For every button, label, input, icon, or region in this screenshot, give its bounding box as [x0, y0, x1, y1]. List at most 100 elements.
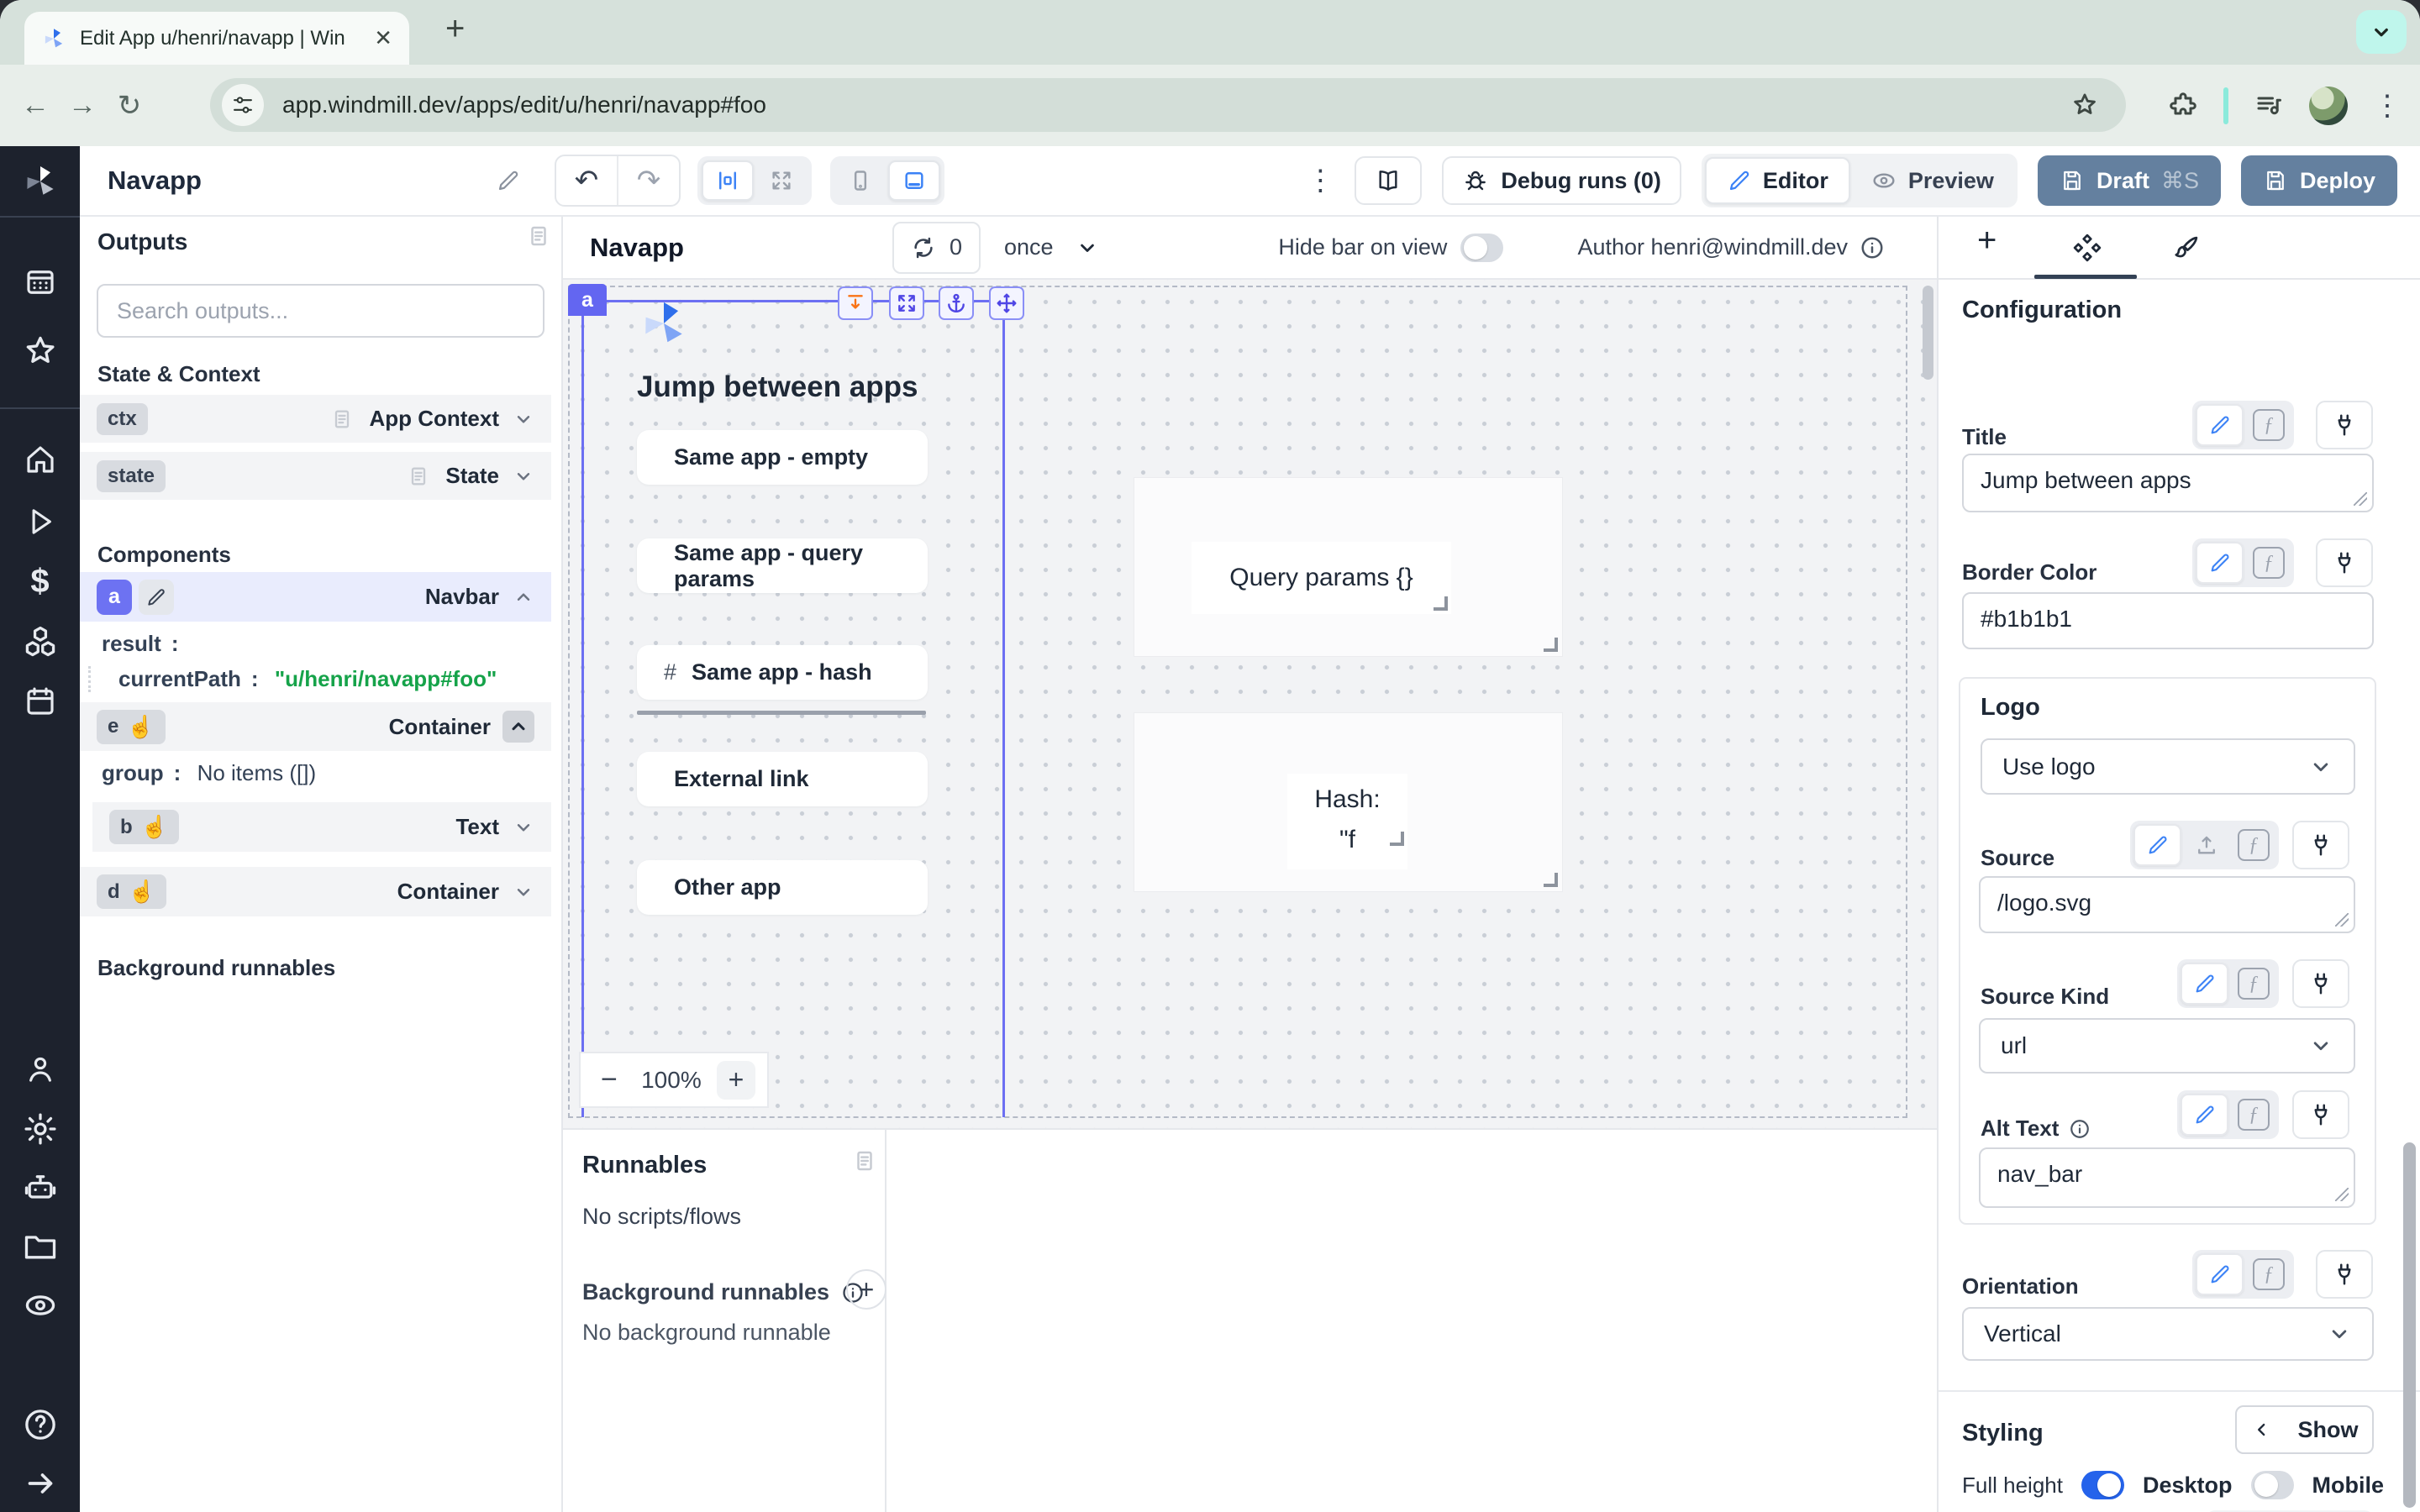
browser-tab[interactable]: Edit App u/henri/navapp | Win ✕	[24, 12, 409, 65]
chevron-down-icon[interactable]	[513, 881, 534, 903]
desktop-view-button[interactable]	[888, 160, 940, 201]
fx-input-button[interactable]: ƒ	[2232, 824, 2275, 866]
refresh-mode-select[interactable]: once	[1004, 234, 1099, 260]
expand-component-icon[interactable]	[889, 286, 924, 320]
windmill-logo[interactable]	[20, 161, 60, 202]
resize-handle[interactable]	[1544, 638, 1558, 652]
sidebar-item-help[interactable]	[22, 1406, 59, 1443]
sidebar-item-apps[interactable]	[23, 265, 58, 300]
reload-button[interactable]: ↻	[106, 89, 153, 123]
orientation-select[interactable]: Vertical	[1962, 1307, 2374, 1361]
centered-layout-button[interactable]	[702, 160, 754, 201]
static-input-pencil-button[interactable]	[2196, 404, 2244, 446]
connect-plug-button[interactable]	[2292, 1090, 2349, 1139]
selected-component-badge[interactable]: a	[568, 284, 607, 316]
currentpath-row[interactable]: currentPath: "u/henri/navapp#foo"	[88, 666, 590, 692]
deploy-button[interactable]: Deploy	[2241, 155, 2397, 206]
hash-container[interactable]: Hash: "f	[1134, 713, 1562, 891]
connect-plug-button[interactable]	[2316, 538, 2373, 587]
sidebar-item-audit-logs[interactable]	[22, 1287, 59, 1324]
search-outputs-input[interactable]	[97, 284, 544, 338]
hash-text[interactable]: Hash: "f	[1287, 774, 1407, 869]
docs-button[interactable]	[1355, 156, 1422, 205]
border-color-input[interactable]: #b1b1b1	[1962, 592, 2374, 649]
navbar-right-border[interactable]	[1002, 300, 1005, 1117]
app-menu-icon[interactable]: ⋮	[1306, 164, 1334, 197]
nav-item-hash[interactable]: # Same app - hash	[637, 645, 928, 700]
textarea-resize-icon[interactable]	[2354, 492, 2367, 506]
fx-input-button[interactable]: ƒ	[2232, 963, 2275, 1005]
fx-input-button[interactable]: ƒ	[2232, 1094, 2275, 1136]
undo-button[interactable]: ↶	[556, 156, 617, 205]
textarea-resize-icon[interactable]	[2335, 913, 2349, 927]
use-logo-select[interactable]: Use logo	[1981, 738, 2355, 795]
component-row-container-e[interactable]: e ☝ Container	[80, 702, 551, 751]
query-params-text[interactable]: Query params {}	[1192, 542, 1451, 614]
navbar-left-border[interactable]	[581, 300, 584, 1117]
hide-bar-toggle[interactable]	[1460, 234, 1503, 262]
draft-button[interactable]: Draft ⌘S	[2038, 155, 2221, 206]
static-input-pencil-button[interactable]	[2133, 824, 2181, 866]
nav-item-query-params[interactable]: Same app - query params	[637, 538, 928, 593]
tab-search-button[interactable]	[2356, 10, 2407, 54]
title-input[interactable]: Jump between apps	[1962, 454, 2374, 512]
add-background-runnable-button[interactable]: +	[846, 1269, 886, 1310]
resize-handle[interactable]	[1544, 873, 1558, 887]
address-bar[interactable]: app.windmill.dev/apps/edit/u/henri/navap…	[210, 78, 2126, 132]
component-row-navbar[interactable]: a Navbar	[80, 572, 551, 622]
desktop-mobile-toggle[interactable]	[2251, 1471, 2294, 1499]
sidebar-item-schedules[interactable]	[23, 684, 58, 719]
browser-menu-icon[interactable]: ⋮	[2373, 89, 2402, 123]
nav-item-external-link[interactable]: External link	[637, 752, 928, 806]
profile-avatar[interactable]	[2309, 87, 2348, 125]
app-canvas[interactable]: a Jump between apps Same app - empty Sam…	[563, 280, 1937, 1128]
nav-item-same-app-empty[interactable]: Same app - empty	[637, 430, 928, 485]
chevron-down-icon[interactable]	[513, 816, 534, 838]
upload-button[interactable]	[2185, 824, 2228, 866]
sidebar-item-settings[interactable]	[22, 1110, 59, 1147]
nav-item-other-app[interactable]: Other app	[637, 860, 928, 915]
fx-input-button[interactable]: ƒ	[2247, 542, 2291, 584]
bookmark-star-icon[interactable]	[2070, 91, 2099, 119]
static-input-pencil-button[interactable]	[2196, 542, 2244, 584]
zoom-out-button[interactable]: −	[592, 1063, 626, 1096]
static-input-pencil-button[interactable]	[2181, 963, 2228, 1005]
source-kind-select[interactable]: url	[1979, 1018, 2355, 1074]
redo-button[interactable]: ↷	[617, 156, 679, 205]
zoom-in-button[interactable]: +	[717, 1061, 755, 1100]
extensions-icon[interactable]	[2168, 91, 2198, 121]
pencil-icon[interactable]	[139, 580, 174, 615]
fullwidth-layout-button[interactable]	[755, 160, 808, 201]
sidebar-item-favorites[interactable]	[22, 333, 59, 370]
debug-runs-button[interactable]: Debug runs (0)	[1442, 156, 1681, 205]
chevron-down-icon[interactable]	[513, 408, 534, 430]
chevron-up-icon[interactable]	[513, 586, 534, 608]
insert-component-tab[interactable]: +	[1977, 222, 1996, 260]
resize-handle[interactable]	[1390, 832, 1404, 846]
sidebar-item-resources[interactable]	[22, 623, 59, 660]
component-row-container-d[interactable]: d ☝ Container	[80, 867, 551, 916]
full-height-toggle[interactable]	[2081, 1471, 2124, 1499]
connect-plug-button[interactable]	[2316, 1250, 2373, 1299]
output-row-state[interactable]: state State	[80, 452, 551, 500]
styling-tab[interactable]	[2170, 232, 2202, 264]
panel-scrollbar[interactable]	[2403, 1142, 2416, 1508]
new-tab-button[interactable]: +	[445, 10, 465, 48]
forward-button[interactable]: →	[59, 89, 106, 122]
site-settings-icon[interactable]	[222, 84, 264, 126]
move-component-icon[interactable]	[989, 286, 1024, 320]
connect-plug-button[interactable]	[2292, 959, 2349, 1008]
textarea-resize-icon[interactable]	[2335, 1188, 2349, 1201]
component-row-text-b[interactable]: b ☝ Text	[92, 802, 551, 852]
connect-plug-button[interactable]	[2316, 401, 2373, 449]
media-controls-icon[interactable]	[2254, 91, 2284, 121]
fx-input-button[interactable]: ƒ	[2247, 1253, 2291, 1295]
source-input[interactable]: /logo.svg	[1979, 876, 2355, 933]
sidebar-item-users[interactable]	[23, 1052, 58, 1087]
docs-icon[interactable]	[526, 223, 551, 249]
resize-handle[interactable]	[1434, 596, 1448, 611]
canvas-scrollbar[interactable]	[1923, 286, 1933, 380]
insert-below-icon[interactable]	[838, 286, 873, 320]
editor-tab[interactable]: Editor	[1705, 157, 1850, 204]
component-settings-tab[interactable]	[2071, 232, 2103, 264]
